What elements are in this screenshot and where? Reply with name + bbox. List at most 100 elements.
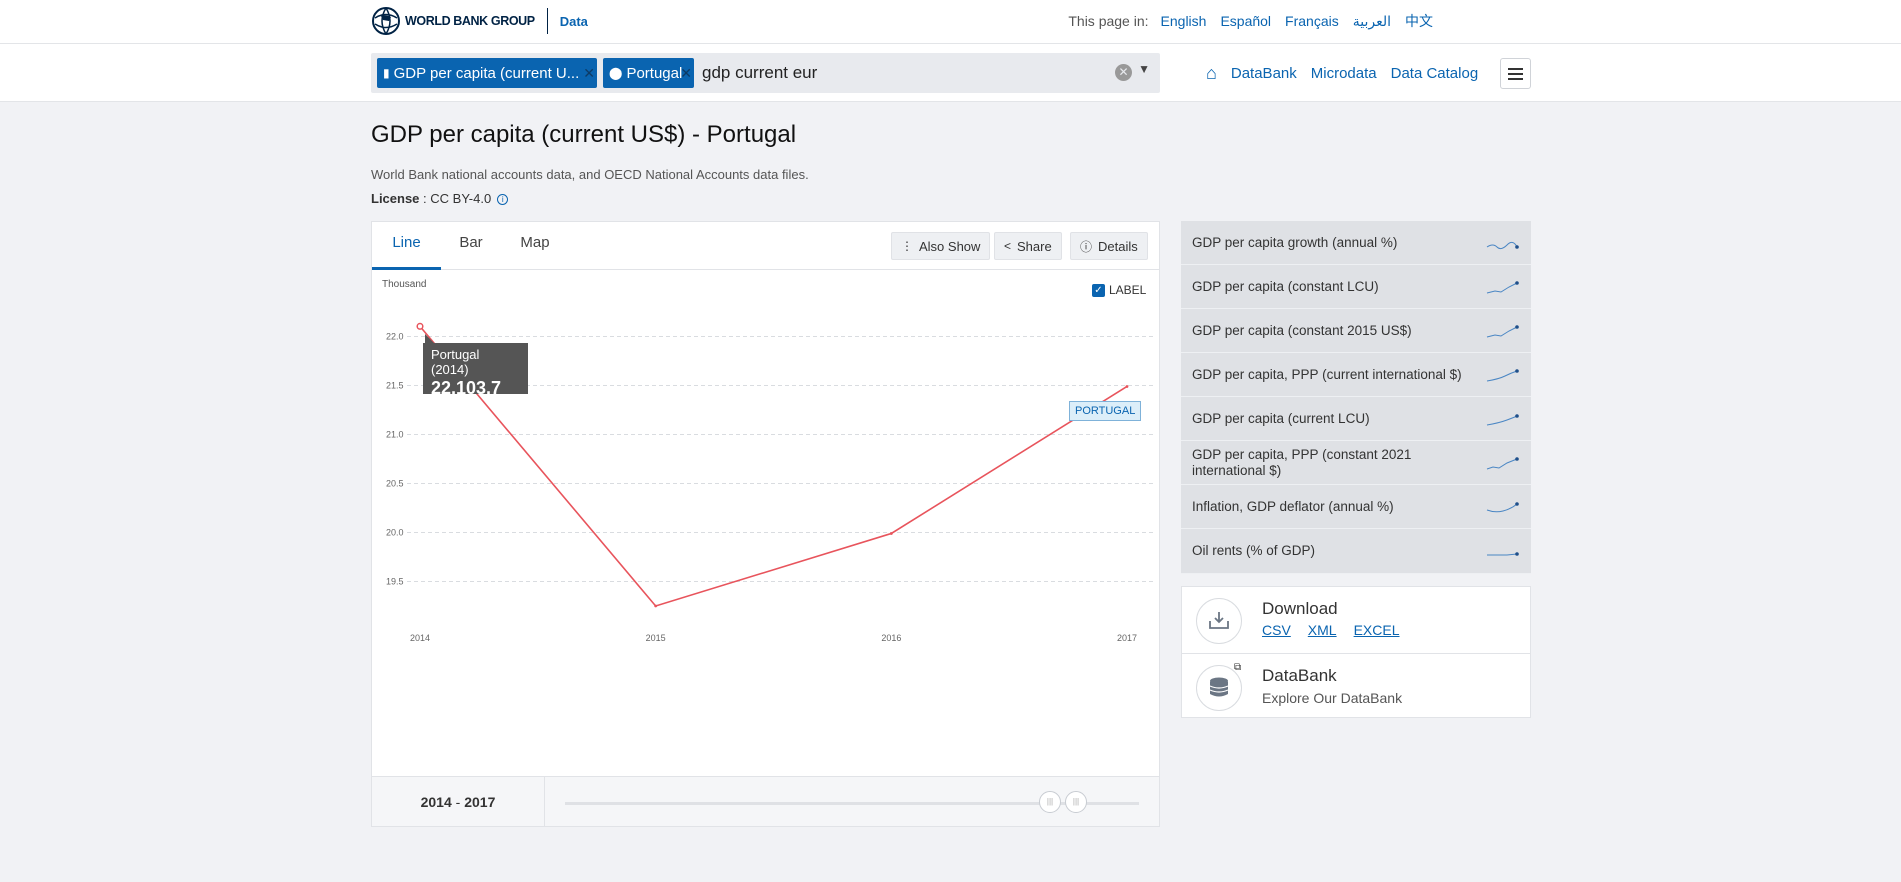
range-bar: 2014 - 2017 ||| ||| — [372, 776, 1159, 827]
home-icon[interactable]: ⌂ — [1206, 63, 1217, 84]
related-indicator-item[interactable]: GDP per capita (constant 2015 US$) — [1181, 309, 1531, 353]
label-toggle-text: LABEL — [1109, 283, 1147, 297]
range-start-handle[interactable]: ||| — [1039, 791, 1061, 813]
related-indicator-item[interactable]: GDP per capita growth (annual %) — [1181, 221, 1531, 265]
remove-indicator-icon[interactable]: ✕ — [583, 65, 595, 82]
license-line: License : CC BY-4.0 i — [371, 191, 509, 206]
sparkline-icon — [1486, 324, 1519, 337]
lang-english[interactable]: English — [1161, 13, 1207, 29]
indicator-chip[interactable]: ▮ GDP per capita (current U... ✕ — [377, 58, 597, 88]
search-input[interactable]: gdp current eur — [702, 63, 817, 83]
related-indicator-label: GDP per capita (constant LCU) — [1192, 278, 1379, 294]
data-point — [1125, 385, 1129, 388]
nav-microdata[interactable]: Microdata — [1311, 65, 1377, 82]
indicator-chip-label: GDP per capita (current U... — [393, 64, 580, 82]
x-tick-label: 2016 — [881, 633, 901, 643]
download-links: CSV XML EXCEL — [1262, 622, 1400, 638]
related-indicator-item[interactable]: Oil rents (% of GDP) — [1181, 529, 1531, 574]
world-bank-logo[interactable]: WORLD BANK GROUP Data — [371, 6, 588, 36]
download-icon — [1196, 598, 1242, 644]
range-end: 2017 — [464, 794, 496, 810]
y-unit-label: Thousand — [382, 279, 426, 290]
related-indicator-item[interactable]: GDP per capita, PPP (current internation… — [1181, 353, 1531, 397]
lang-chinese[interactable]: 中文 — [1405, 11, 1433, 31]
data-point — [889, 532, 893, 535]
download-row: Download CSV XML EXCEL — [1182, 587, 1530, 652]
lang-francais[interactable]: Français — [1285, 13, 1339, 29]
vertical-dots-icon: ⋮ — [901, 239, 913, 253]
y-tick-label: 22.0 — [386, 332, 404, 342]
tab-bar[interactable]: Bar — [441, 222, 501, 270]
lang-arabic[interactable]: العربية — [1353, 13, 1391, 30]
download-xml-link[interactable]: XML — [1308, 622, 1337, 638]
y-tick-label: 19.5 — [386, 577, 404, 587]
related-indicator-label: GDP per capita (current LCU) — [1192, 410, 1370, 426]
download-title: Download — [1262, 599, 1338, 618]
sparkline-icon — [1486, 456, 1519, 469]
sparkline-icon — [1486, 501, 1519, 512]
related-indicators: GDP per capita growth (annual %) GDP per … — [1181, 221, 1531, 574]
lang-espanol[interactable]: Español — [1220, 13, 1271, 29]
x-tick-label: 2014 — [410, 633, 430, 643]
y-tick-label: 21.5 — [386, 381, 404, 391]
sparkline-icon — [1487, 552, 1519, 556]
country-chip-label: Portugal — [626, 64, 683, 82]
related-indicator-item[interactable]: GDP per capita (current LCU) — [1181, 397, 1531, 441]
related-indicator-label: GDP per capita, PPP (current internation… — [1192, 366, 1462, 382]
country-chip[interactable]: ⬤ Portugal ✕ — [603, 58, 694, 88]
download-card: Download CSV XML EXCEL ⧉ DataBank Explor… — [1181, 586, 1531, 718]
x-tick-label: 2015 — [646, 633, 666, 643]
bar-chart-icon: ▮ — [383, 66, 390, 80]
related-indicator-item[interactable]: GDP per capita, PPP (constant 2021 inter… — [1181, 441, 1531, 485]
download-csv-link[interactable]: CSV — [1262, 622, 1291, 638]
share-button[interactable]: < Share — [994, 232, 1062, 260]
download-excel-link[interactable]: EXCEL — [1354, 622, 1400, 638]
related-indicator-label: Inflation, GDP deflator (annual %) — [1192, 498, 1394, 514]
data-tooltip: Portugal (2014) 22,103.7 — [423, 334, 528, 398]
chevron-down-icon[interactable]: ▼ — [1138, 62, 1150, 76]
nav-databank[interactable]: DataBank — [1231, 65, 1297, 82]
tab-map[interactable]: Map — [505, 222, 565, 270]
y-tick-label: 20.5 — [386, 479, 404, 489]
remove-country-icon[interactable]: ✕ — [680, 65, 692, 82]
related-indicator-item[interactable]: GDP per capita (constant LCU) — [1181, 265, 1531, 309]
chart-tabs: Line Bar Map ⋮ Also Show < Share ⓘ Details — [372, 222, 1159, 270]
logo-divider — [546, 8, 548, 34]
checkbox-checked-icon[interactable]: ✓ — [1092, 283, 1105, 297]
sparkline-icon — [1486, 280, 1519, 293]
page-title: GDP per capita (current US$) - Portugal — [371, 121, 797, 148]
clear-search-icon[interactable]: ✕ — [1115, 64, 1132, 81]
search-box[interactable]: ▮ GDP per capita (current U... ✕ ⬤ Portu… — [371, 53, 1160, 93]
related-indicator-label: GDP per capita growth (annual %) — [1192, 234, 1398, 250]
logo-product[interactable]: Data — [560, 14, 588, 29]
x-tick-label: 2017 — [1117, 633, 1137, 643]
tab-line[interactable]: Line — [372, 222, 441, 270]
chart-card: Line Bar Map ⋮ Also Show < Share ⓘ Details … — [371, 221, 1160, 827]
nav-data-catalog[interactable]: Data Catalog — [1391, 65, 1479, 82]
details-button[interactable]: ⓘ Details — [1070, 232, 1148, 260]
info-circle-icon: ⓘ — [1080, 239, 1093, 254]
related-indicator-item[interactable]: Inflation, GDP deflator (annual %) — [1181, 485, 1531, 529]
databank-row[interactable]: ⧉ DataBank Explore Our DataBank — [1182, 653, 1530, 718]
logo-text: WORLD BANK GROUP — [405, 14, 535, 28]
details-label: Details — [1098, 238, 1138, 254]
data-point — [416, 322, 424, 330]
databank-title: DataBank — [1262, 666, 1337, 685]
range-label: 2014 - 2017 — [372, 777, 545, 827]
y-tick-label: 20.0 — [386, 528, 404, 538]
data-point — [654, 604, 658, 608]
related-indicator-label: GDP per capita, PPP (constant 2021 inter… — [1192, 446, 1412, 478]
share-icon: < — [1004, 239, 1012, 253]
range-start: 2014 — [420, 794, 452, 810]
y-tick-label: 21.0 — [386, 430, 404, 440]
label-toggle[interactable]: ✓ LABEL — [1092, 283, 1146, 297]
language-label: This page in: — [1068, 13, 1149, 29]
hamburger-menu-icon[interactable] — [1500, 58, 1531, 89]
tooltip-value: 22,103.7 — [431, 378, 502, 398]
also-show-button[interactable]: ⋮ Also Show — [891, 232, 991, 260]
series-label-tag: PORTUGAL — [1069, 401, 1142, 421]
range-end-handle[interactable]: ||| — [1065, 791, 1087, 813]
location-pin-icon: ⬤ — [609, 66, 623, 80]
globe-icon — [372, 7, 400, 35]
info-icon[interactable]: i — [497, 194, 509, 205]
